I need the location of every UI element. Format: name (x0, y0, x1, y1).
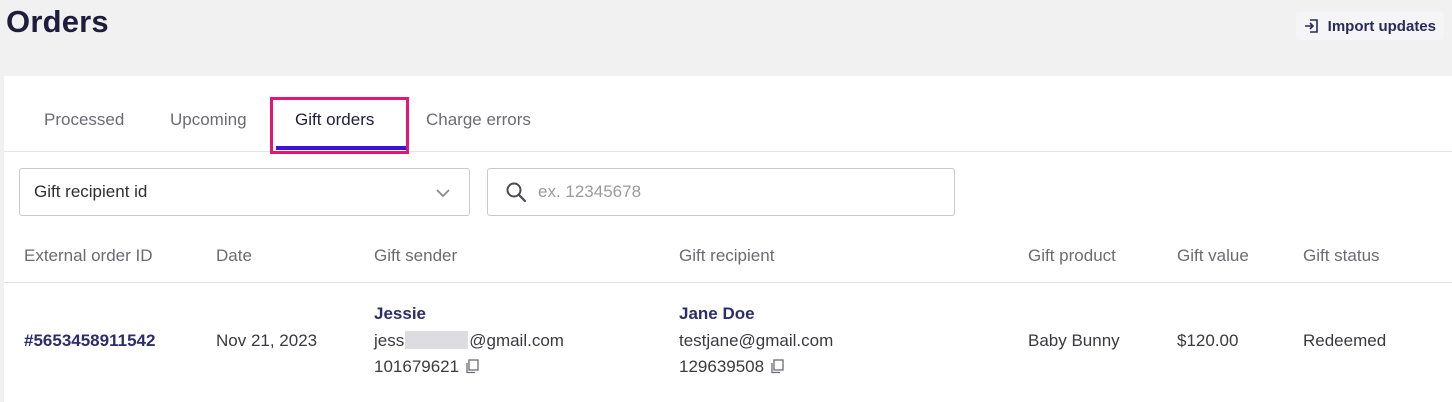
gift-recipient-email: testjane@gmail.com (679, 331, 834, 350)
copy-icon[interactable] (770, 359, 784, 374)
table-header-divider (4, 282, 1452, 283)
tab-bar: Processed Upcoming Gift orders Charge er… (4, 76, 1452, 154)
tab-upcoming[interactable]: Upcoming (170, 110, 247, 130)
orders-card: Processed Upcoming Gift orders Charge er… (4, 76, 1452, 402)
order-id-link[interactable]: #5653458911542 (24, 331, 155, 351)
search-field-select-value: Gift recipient id (34, 182, 148, 201)
column-header-gift-product: Gift product (1028, 246, 1116, 265)
column-header-date: Date (216, 246, 252, 265)
gift-sender-email: jess @gmail.com (374, 331, 564, 351)
gift-sender-id-value: 101679621 (374, 357, 460, 376)
import-updates-button[interactable]: Import updates (1295, 12, 1444, 40)
import-updates-label: Import updates (1327, 17, 1436, 35)
search-input[interactable] (536, 181, 940, 203)
sender-email-prefix: jess (374, 331, 405, 350)
column-header-gift-status: Gift status (1303, 246, 1380, 265)
copy-icon[interactable] (465, 359, 479, 374)
tab-highlight-box (270, 97, 409, 154)
tab-processed[interactable]: Processed (44, 110, 124, 130)
redacted-block (405, 331, 469, 349)
tab-charge-errors[interactable]: Charge errors (426, 110, 531, 130)
gift-recipient-id-value: 129639508 (679, 357, 765, 376)
gift-sender-id: 101679621 (374, 357, 479, 377)
gift-recipient-name: Jane Doe (679, 304, 755, 323)
column-header-gift-value: Gift value (1177, 246, 1249, 265)
import-icon (1304, 19, 1318, 33)
gift-status: Redeemed (1303, 331, 1387, 350)
column-header-order-id: External order ID (24, 246, 153, 265)
search-field-select[interactable]: Gift recipient id (19, 168, 470, 216)
gift-sender-name: Jessie (374, 304, 426, 323)
order-date: Nov 21, 2023 (216, 331, 318, 350)
gift-product: Baby Bunny (1028, 331, 1120, 350)
page-title: Orders (6, 4, 109, 39)
search-icon (506, 182, 527, 203)
column-header-gift-recipient: Gift recipient (679, 246, 775, 265)
gift-recipient-id: 129639508 (679, 357, 784, 377)
search-box (487, 168, 955, 216)
chevron-down-icon (436, 189, 450, 198)
gift-value: $120.00 (1177, 331, 1239, 350)
sender-email-suffix: @gmail.com (469, 331, 564, 350)
column-header-gift-sender: Gift sender (374, 246, 458, 265)
